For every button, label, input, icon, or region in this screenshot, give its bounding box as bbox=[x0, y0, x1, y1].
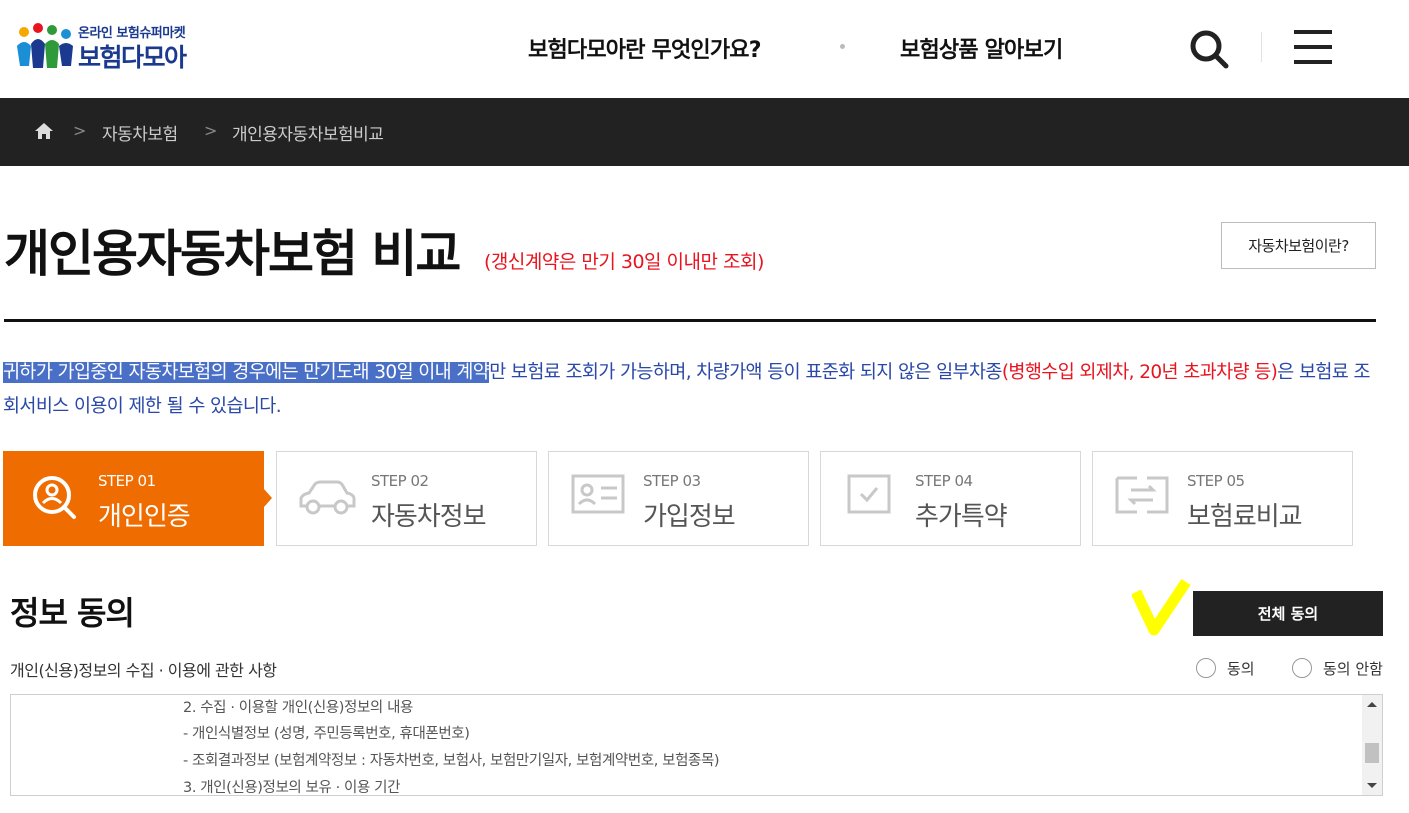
step-name: 추가특약 bbox=[915, 502, 1008, 532]
terms-scrollbar[interactable] bbox=[1362, 695, 1382, 795]
step-name: 보험료비교 bbox=[1187, 502, 1303, 532]
scrollbar-thumb[interactable] bbox=[1365, 743, 1379, 763]
step-subscription-info[interactable]: STEP 03 가입정보 bbox=[548, 451, 809, 546]
step-additional-clauses[interactable]: STEP 04 추가특약 bbox=[820, 451, 1081, 546]
chevron-right-icon: > bbox=[204, 121, 218, 140]
hamburger-menu-icon[interactable] bbox=[1294, 30, 1332, 64]
breadcrumb-item-car-insurance[interactable]: 자동차보험 bbox=[102, 120, 178, 145]
notice-part1: 만 보험료 조회가 가능하며, 차량가액 등이 표준화 되지 않은 일부차종 bbox=[489, 362, 1002, 383]
notice-highlighted: 귀하가 가입중인 자동차보험의 경우에는 만기도래 30일 이내 계약 bbox=[3, 362, 490, 383]
step-name: 자동차정보 bbox=[371, 502, 487, 532]
car-icon bbox=[299, 480, 356, 515]
agree-all-button[interactable]: 전체 동의 bbox=[1193, 591, 1383, 636]
checkbox-icon bbox=[847, 474, 891, 514]
consent-item-label: 개인(신용)정보의 수집 · 이용에 관한 사항 bbox=[10, 661, 277, 680]
disagree-radio-label[interactable]: 동의 안함 bbox=[1323, 658, 1383, 679]
search-icon[interactable] bbox=[1188, 28, 1230, 70]
yellow-checkmark-icon bbox=[1132, 578, 1191, 636]
step-name: 개인인증 bbox=[98, 502, 191, 532]
nav-products[interactable]: 보험상품 알아보기 bbox=[900, 32, 1063, 64]
chevron-right-icon: > bbox=[73, 121, 87, 140]
header-divider bbox=[1261, 32, 1262, 62]
terms-textbox[interactable]: 2. 수집 · 이용할 개인(신용)정보의 내용 - 개인식별정보 (성명, 주… bbox=[10, 694, 1383, 796]
notice-text: 귀하가 가입중인 자동차보험의 경우에는 만기도래 30일 이내 계약만 보험료… bbox=[3, 356, 1383, 424]
step-number: STEP 04 bbox=[915, 472, 973, 490]
search-user-icon bbox=[33, 476, 76, 519]
step-number: STEP 02 bbox=[371, 472, 429, 490]
people-logo-icon bbox=[17, 23, 73, 68]
breadcrumb: > 자동차보험 > 개인용자동차보험비교 bbox=[0, 98, 1409, 166]
nav-about[interactable]: 보험다모아란 무엇인가요? bbox=[528, 32, 761, 64]
agree-radio-label[interactable]: 동의 bbox=[1227, 658, 1255, 679]
notice-red: (병행수입 외제차, 20년 초과차량 등) bbox=[1001, 362, 1278, 383]
step-number: STEP 01 bbox=[98, 472, 156, 490]
home-icon[interactable] bbox=[34, 122, 54, 140]
step-car-info[interactable]: STEP 02 자동차정보 bbox=[276, 451, 537, 546]
disagree-radio[interactable] bbox=[1292, 658, 1312, 678]
terms-line: - 개인식별정보 (성명, 주민등록번호, 휴대폰번호) bbox=[183, 726, 470, 742]
consent-section-title: 정보 동의 bbox=[10, 594, 135, 632]
agree-radio[interactable] bbox=[1196, 658, 1216, 678]
title-divider bbox=[4, 319, 1376, 322]
breadcrumb-item-personal-car-compare[interactable]: 개인용자동차보험비교 bbox=[232, 120, 384, 145]
step-premium-compare[interactable]: STEP 05 보험료비교 bbox=[1092, 451, 1353, 546]
about-car-insurance-button[interactable]: 자동차보험이란? bbox=[1221, 222, 1376, 269]
title-note: (갱신계약은 만기 30일 이내만 조회) bbox=[484, 251, 764, 273]
terms-line: 3. 개인(신용)정보의 보유 · 이용 기간 bbox=[183, 780, 401, 796]
terms-line: - 조회결과정보 (보험계약정보 : 자동차번호, 보험사, 보험만기일자, 보… bbox=[183, 753, 720, 769]
terms-line: 2. 수집 · 이용할 개인(신용)정보의 내용 bbox=[183, 700, 413, 716]
scroll-up-arrow-icon[interactable] bbox=[1362, 695, 1382, 713]
scroll-down-arrow-icon[interactable] bbox=[1362, 777, 1382, 795]
compare-icon bbox=[1115, 476, 1169, 514]
step-number: STEP 05 bbox=[1187, 472, 1245, 490]
step-number: STEP 03 bbox=[643, 472, 701, 490]
step-personal-auth[interactable]: STEP 01 개인인증 bbox=[3, 451, 264, 546]
site-logo[interactable]: 온라인 보험슈퍼마켓 보험다모아 bbox=[14, 20, 214, 76]
nav-separator-dot bbox=[840, 44, 845, 49]
id-card-icon bbox=[571, 474, 625, 514]
site-header: 온라인 보험슈퍼마켓 보험다모아 보험다모아란 무엇인가요? 보험상품 알아보기 bbox=[0, 0, 1409, 98]
logo-title: 보험다모아 bbox=[78, 43, 187, 72]
page-title: 개인용자동차보험 비교 bbox=[4, 225, 461, 283]
active-step-arrow bbox=[264, 489, 272, 507]
step-name: 가입정보 bbox=[643, 502, 736, 532]
